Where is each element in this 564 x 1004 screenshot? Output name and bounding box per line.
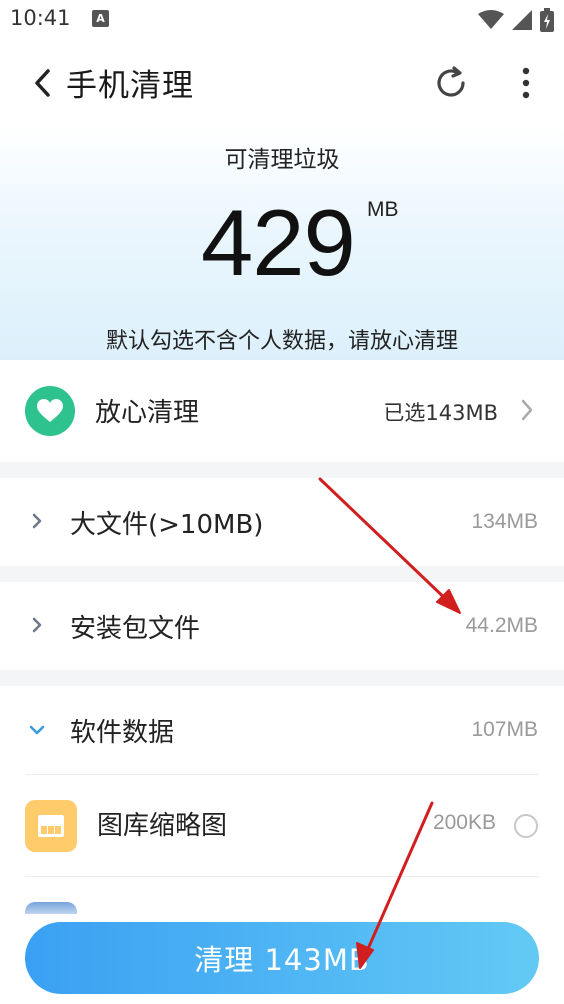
notification-icon: A xyxy=(92,10,109,27)
safe-clean-selected: 已选143MB xyxy=(383,401,498,425)
refresh-icon xyxy=(437,66,465,97)
junk-label: 可清理垃圾 xyxy=(224,147,340,173)
battery-icon xyxy=(540,8,554,32)
chevron-right-icon xyxy=(32,617,42,633)
refresh-button[interactable] xyxy=(430,62,472,104)
category-size: 107MB xyxy=(471,718,538,741)
wifi-icon xyxy=(478,10,504,29)
category-size: 134MB xyxy=(471,510,538,533)
heart-icon xyxy=(25,386,75,436)
sub-item-label: 图库缩略图 xyxy=(97,811,228,841)
category-row-install-packages[interactable]: 安装包文件 44.2MB xyxy=(0,582,564,670)
status-time: 10:41 xyxy=(10,6,71,30)
back-button[interactable] xyxy=(28,65,60,101)
select-checkbox[interactable] xyxy=(514,814,538,838)
sub-item-gallery-thumbnails[interactable]: 图库缩略图 200KB xyxy=(0,775,564,875)
clean-button[interactable]: 清理 143MB xyxy=(25,922,539,994)
divider xyxy=(25,876,539,877)
chevron-right-icon xyxy=(32,513,42,529)
category-label: 软件数据 xyxy=(70,718,175,748)
category-row-app-data[interactable]: 软件数据 107MB xyxy=(0,686,564,774)
section-gap xyxy=(0,566,564,582)
page-title: 手机清理 xyxy=(66,68,194,104)
signal-icon xyxy=(512,10,532,30)
category-label: 大文件(>10MB) xyxy=(70,510,264,540)
list-fade xyxy=(0,900,564,922)
gallery-thumbnail-icon xyxy=(25,800,77,852)
category-size: 44.2MB xyxy=(465,614,538,637)
safe-clean-label: 放心清理 xyxy=(95,398,200,428)
section-gap xyxy=(0,462,564,478)
chevron-down-icon xyxy=(29,725,45,735)
status-icons xyxy=(478,8,554,32)
safe-clean-row[interactable]: 放心清理 已选143MB xyxy=(0,360,564,462)
junk-size-value: 429 xyxy=(201,190,356,295)
status-bar: 10:41 A xyxy=(0,0,564,40)
junk-summary: 可清理垃圾 429 MB 默认勾选不含个人数据，请放心清理 xyxy=(0,126,564,360)
chevron-right-icon xyxy=(521,399,533,421)
junk-note: 默认勾选不含个人数据，请放心清理 xyxy=(105,329,458,354)
category-label: 安装包文件 xyxy=(70,614,201,644)
more-vertical-icon xyxy=(522,67,530,99)
junk-size-unit: MB xyxy=(367,198,399,221)
more-options-button[interactable] xyxy=(512,62,540,104)
sub-item-size: 200KB xyxy=(432,811,496,834)
section-gap xyxy=(0,670,564,686)
category-row-large-files[interactable]: 大文件(>10MB) 134MB xyxy=(0,478,564,566)
app-header: 手机清理 xyxy=(0,40,564,126)
chevron-left-icon xyxy=(35,69,50,97)
